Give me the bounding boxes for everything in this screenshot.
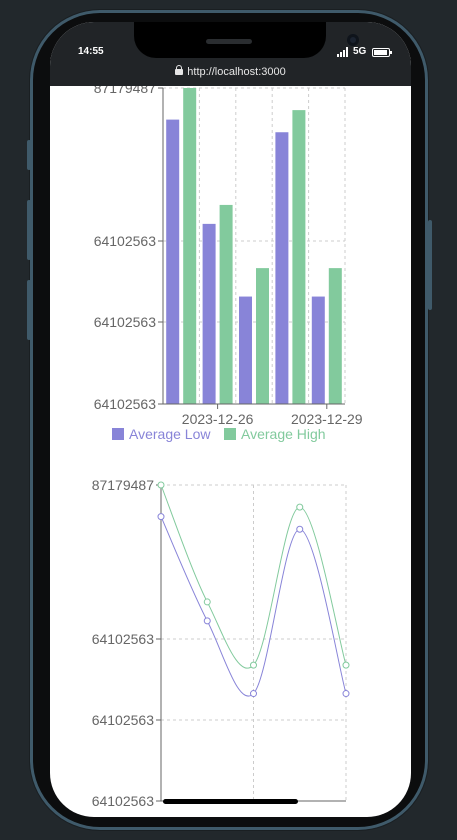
battery-icon — [372, 48, 392, 57]
line-point-low-2023-12-26[interactable] — [203, 617, 211, 625]
bar-low-2023-12-28[interactable] — [275, 132, 289, 404]
line-point-low-2023-12-29[interactable] — [342, 690, 350, 698]
side-button-power — [428, 220, 432, 310]
line-y-tick-label-3: 64102563 — [92, 793, 155, 809]
lock-icon — [175, 65, 184, 75]
front-camera — [347, 34, 359, 46]
bar-y-tick-label-1: 64102563 — [94, 233, 157, 249]
screen: 87179487 64102563 64102563 64102563 2023-12-… — [50, 22, 411, 817]
line-point-high-2023-12-27[interactable] — [250, 661, 257, 669]
bar-high-2023-12-28[interactable] — [292, 110, 306, 405]
bar-y-tick-label-3: 64102563 — [94, 396, 157, 412]
side-button-volume-down — [27, 280, 31, 340]
url-text: http://localhost:3000 — [187, 66, 286, 78]
line-y-tick-label-1: 64102563 — [92, 631, 155, 647]
status-time: 14:55 — [78, 46, 104, 57]
address-bar[interactable]: http://localhost:3000 — [50, 65, 411, 78]
bar-low-2023-12-27[interactable] — [239, 296, 252, 404]
side-button-silent — [27, 140, 31, 170]
bar-high-2023-12-25[interactable] — [183, 88, 197, 404]
line-point-high-2023-12-25[interactable] — [157, 481, 165, 489]
bar-low-2023-12-29[interactable] — [311, 296, 325, 404]
bar-low-2023-12-25[interactable] — [166, 119, 180, 404]
network-type: 5G — [353, 46, 367, 57]
bar-x-tick-label-2023-12-29: 2023-12-29 — [291, 411, 363, 427]
signal-icon — [337, 47, 348, 57]
legend-swatch-high — [224, 428, 236, 440]
legend-label-low: Average Low — [129, 426, 211, 442]
line-y-tick-label-0: 87179487 — [92, 477, 155, 493]
side-button-volume-up — [27, 200, 31, 260]
bar-high-2023-12-29[interactable] — [328, 268, 342, 404]
line-point-low-2023-12-27[interactable] — [250, 690, 257, 698]
bar-y-tick-label-2: 64102563 — [94, 314, 157, 330]
bar-high-2023-12-27[interactable] — [256, 268, 269, 404]
speaker-grille — [206, 39, 252, 44]
line-point-low-2023-12-28[interactable] — [296, 525, 304, 533]
home-indicator[interactable] — [163, 799, 298, 804]
status-bar: 14:55 5G http://localhost:3000 — [50, 22, 411, 86]
bar-x-tick-label-2023-12-26: 2023-12-26 — [182, 411, 254, 427]
charts-canvas: 87179487 64102563 64102563 64102563 2023-12-… — [92, 80, 363, 809]
line-y-tick-label-2: 64102563 — [92, 712, 155, 728]
line-point-high-2023-12-29[interactable] — [342, 661, 350, 669]
line-point-high-2023-12-28[interactable] — [296, 503, 304, 511]
notch — [134, 22, 359, 58]
legend-swatch-low — [112, 428, 124, 440]
line-point-low-2023-12-25[interactable] — [157, 513, 165, 521]
bar-high-2023-12-26[interactable] — [219, 204, 233, 404]
bar-low-2023-12-26[interactable] — [202, 223, 216, 404]
line-point-high-2023-12-26[interactable] — [203, 598, 211, 606]
legend-label-high: Average High — [241, 426, 326, 442]
